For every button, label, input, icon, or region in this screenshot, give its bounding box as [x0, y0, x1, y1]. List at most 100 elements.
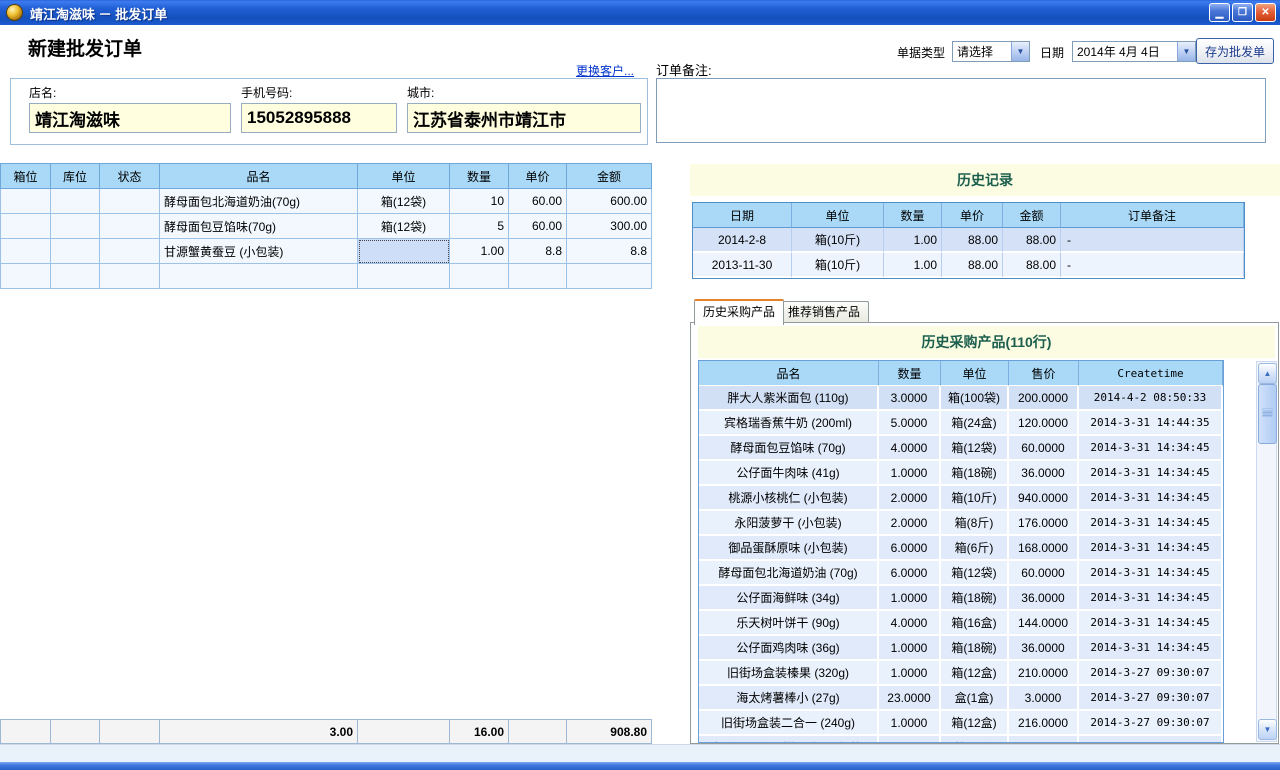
table-cell[interactable]: 箱(5斤)	[941, 736, 1009, 743]
table-cell[interactable]: 2014-3-24 13:47:36	[1079, 736, 1223, 743]
chevron-down-icon[interactable]: ▼	[1177, 42, 1195, 61]
scroll-up-button[interactable]: ▲	[1258, 363, 1277, 384]
table-cell[interactable]: 36.0000	[1009, 586, 1079, 611]
table-row[interactable]: 酵母面包豆馅味(70g)箱(12袋)560.00300.00	[1, 214, 652, 239]
table-cell[interactable]	[358, 264, 450, 289]
table-cell[interactable]: 箱(100袋)	[941, 386, 1009, 411]
table-cell[interactable]: 36.0000	[1009, 461, 1079, 486]
table-row[interactable]: 海太烤薯棒小 (27g)23.0000盒(1盒)3.00002014-3-27 …	[699, 686, 1223, 711]
table-cell[interactable]: 酵母面包豆馅味 (70g)	[699, 436, 879, 461]
table-cell[interactable]: 2014-3-31 14:34:45	[1079, 511, 1223, 536]
phone-field[interactable]	[241, 103, 397, 133]
table-cell[interactable]: 908.80	[567, 720, 652, 744]
table-cell[interactable]: 1.0000	[879, 661, 941, 686]
table-cell[interactable]: 森雅印尼千层糕原味 (小包装)	[699, 736, 879, 743]
table-row[interactable]: 旧街场盒装二合一 (240g)1.0000箱(12盒)216.00002014-…	[699, 711, 1223, 736]
table-cell[interactable]	[1, 720, 51, 744]
table-cell[interactable]: 3.00	[160, 720, 358, 744]
change-customer-link[interactable]: 更换客户...	[576, 62, 634, 79]
table-cell[interactable]: 168.0000	[1009, 536, 1079, 561]
table-cell[interactable]	[1, 239, 51, 264]
table-cell[interactable]	[509, 264, 567, 289]
table-cell[interactable]	[450, 264, 509, 289]
table-cell[interactable]: 宾格瑞香蕉牛奶 (200ml)	[699, 411, 879, 436]
table-row[interactable]: 森雅印尼千层糕原味 (小包装)5.0000箱(5斤)56.00002014-3-…	[699, 736, 1223, 743]
table-cell[interactable]	[100, 189, 160, 214]
table-cell[interactable]	[1, 264, 51, 289]
table-cell[interactable]: 3.0000	[1009, 686, 1079, 711]
table-cell[interactable]: 2014-3-31 14:34:45	[1079, 611, 1223, 636]
table-cell[interactable]: 箱(10斤)	[941, 486, 1009, 511]
table-cell[interactable]: 旧街场盒装榛果 (320g)	[699, 661, 879, 686]
date-picker[interactable]: 2014年 4月 4日 ▼	[1072, 41, 1196, 62]
table-cell[interactable]: 2.0000	[879, 486, 941, 511]
table-cell[interactable]: 2014-4-2 08:50:33	[1079, 386, 1223, 411]
table-cell[interactable]: 2014-3-31 14:44:35	[1079, 411, 1223, 436]
table-cell[interactable]: 88.00	[942, 253, 1003, 278]
table-cell[interactable]: 箱(12袋)	[358, 189, 450, 214]
tab-recommended-products[interactable]: 推荐销售产品	[779, 301, 869, 323]
table-cell[interactable]: 御品蛋酥原味 (小包装)	[699, 536, 879, 561]
table-cell[interactable]: 144.0000	[1009, 611, 1079, 636]
store-name-field[interactable]	[29, 103, 231, 133]
table-cell[interactable]: 海太烤薯棒小 (27g)	[699, 686, 879, 711]
table-cell[interactable]: 6.0000	[879, 561, 941, 586]
table-cell[interactable]: -	[1061, 253, 1244, 278]
table-cell[interactable]: 2014-3-31 14:34:45	[1079, 636, 1223, 661]
table-cell[interactable]: 1.0000	[879, 711, 941, 736]
table-cell[interactable]: 箱(16盒)	[941, 611, 1009, 636]
table-cell[interactable]: 箱(12盒)	[941, 661, 1009, 686]
table-cell[interactable]	[100, 264, 160, 289]
table-row[interactable]: 酵母面包豆馅味 (70g)4.0000箱(12袋)60.00002014-3-3…	[699, 436, 1223, 461]
table-cell[interactable]: 5.0000	[879, 411, 941, 436]
table-row[interactable]: 旧街场盒装榛果 (320g)1.0000箱(12盒)210.00002014-3…	[699, 661, 1223, 686]
table-cell[interactable]: 公仔面海鲜味 (34g)	[699, 586, 879, 611]
table-row[interactable]: 御品蛋酥原味 (小包装)6.0000箱(6斤)168.00002014-3-31…	[699, 536, 1223, 561]
table-cell[interactable]: 箱(12袋)	[358, 214, 450, 239]
table-cell[interactable]: 公仔面牛肉味 (41g)	[699, 461, 879, 486]
table-cell[interactable]: 88.00	[1003, 253, 1061, 278]
table-cell[interactable]: 1.0000	[879, 636, 941, 661]
table-cell[interactable]: 60.00	[509, 189, 567, 214]
table-cell[interactable]	[567, 264, 652, 289]
close-button[interactable]: ✕	[1255, 3, 1276, 22]
table-cell[interactable]: 600.00	[567, 189, 652, 214]
table-cell[interactable]	[1, 214, 51, 239]
table-cell[interactable]: 盒(1盒)	[941, 686, 1009, 711]
table-cell[interactable]: 10	[450, 189, 509, 214]
table-row[interactable]: 胖大人紫米面包 (110g)3.0000箱(100袋)200.00002014-…	[699, 386, 1223, 411]
table-cell[interactable]: 210.0000	[1009, 661, 1079, 686]
table-cell[interactable]: 4.0000	[879, 611, 941, 636]
table-cell[interactable]: 2014-3-31 14:34:45	[1079, 561, 1223, 586]
save-wholesale-button[interactable]: 存为批发单	[1196, 38, 1274, 64]
table-cell[interactable]	[51, 189, 100, 214]
scroll-down-button[interactable]: ▼	[1258, 719, 1277, 740]
table-row[interactable]: 酵母面包北海道奶油(70g)箱(12袋)1060.00600.00	[1, 189, 652, 214]
table-cell[interactable]: 16.00	[450, 720, 509, 744]
table-cell[interactable]: 箱(18碗)	[941, 461, 1009, 486]
table-cell[interactable]: 酵母面包豆馅味(70g)	[160, 214, 358, 239]
table-cell[interactable]: 200.0000	[1009, 386, 1079, 411]
table-cell[interactable]	[100, 239, 160, 264]
table-row[interactable]: 公仔面牛肉味 (41g)1.0000箱(18碗)36.00002014-3-31…	[699, 461, 1223, 486]
table-cell[interactable]: 23.0000	[879, 686, 941, 711]
table-cell[interactable]: 1.00	[884, 253, 942, 278]
table-cell[interactable]	[160, 264, 358, 289]
table-cell[interactable]: 永阳菠萝干 (小包装)	[699, 511, 879, 536]
table-cell[interactable]: 箱(24盒)	[941, 411, 1009, 436]
table-cell[interactable]	[100, 214, 160, 239]
table-cell[interactable]: -	[1061, 228, 1244, 253]
table-cell[interactable]: 3.0000	[879, 386, 941, 411]
minimize-button[interactable]: ▁	[1209, 3, 1230, 22]
table-cell[interactable]: 2014-3-31 14:34:45	[1079, 436, 1223, 461]
table-cell[interactable]: 940.0000	[1009, 486, 1079, 511]
order-remark-input[interactable]	[656, 78, 1266, 143]
table-cell[interactable]: 60.0000	[1009, 561, 1079, 586]
table-cell[interactable]: 2014-3-31 14:34:45	[1079, 461, 1223, 486]
table-row[interactable]: 甘源蟹黄蚕豆 (小包装)1.008.88.8	[1, 239, 652, 264]
table-row[interactable]: 公仔面海鲜味 (34g)1.0000箱(18碗)36.00002014-3-31…	[699, 586, 1223, 611]
table-row[interactable]: 2013-11-30箱(10斤)1.0088.0088.00-	[693, 253, 1244, 278]
products-scrollbar[interactable]: ▲ ▼	[1256, 361, 1277, 742]
table-cell[interactable]: 1.00	[450, 239, 509, 264]
table-cell[interactable]: 2.0000	[879, 511, 941, 536]
